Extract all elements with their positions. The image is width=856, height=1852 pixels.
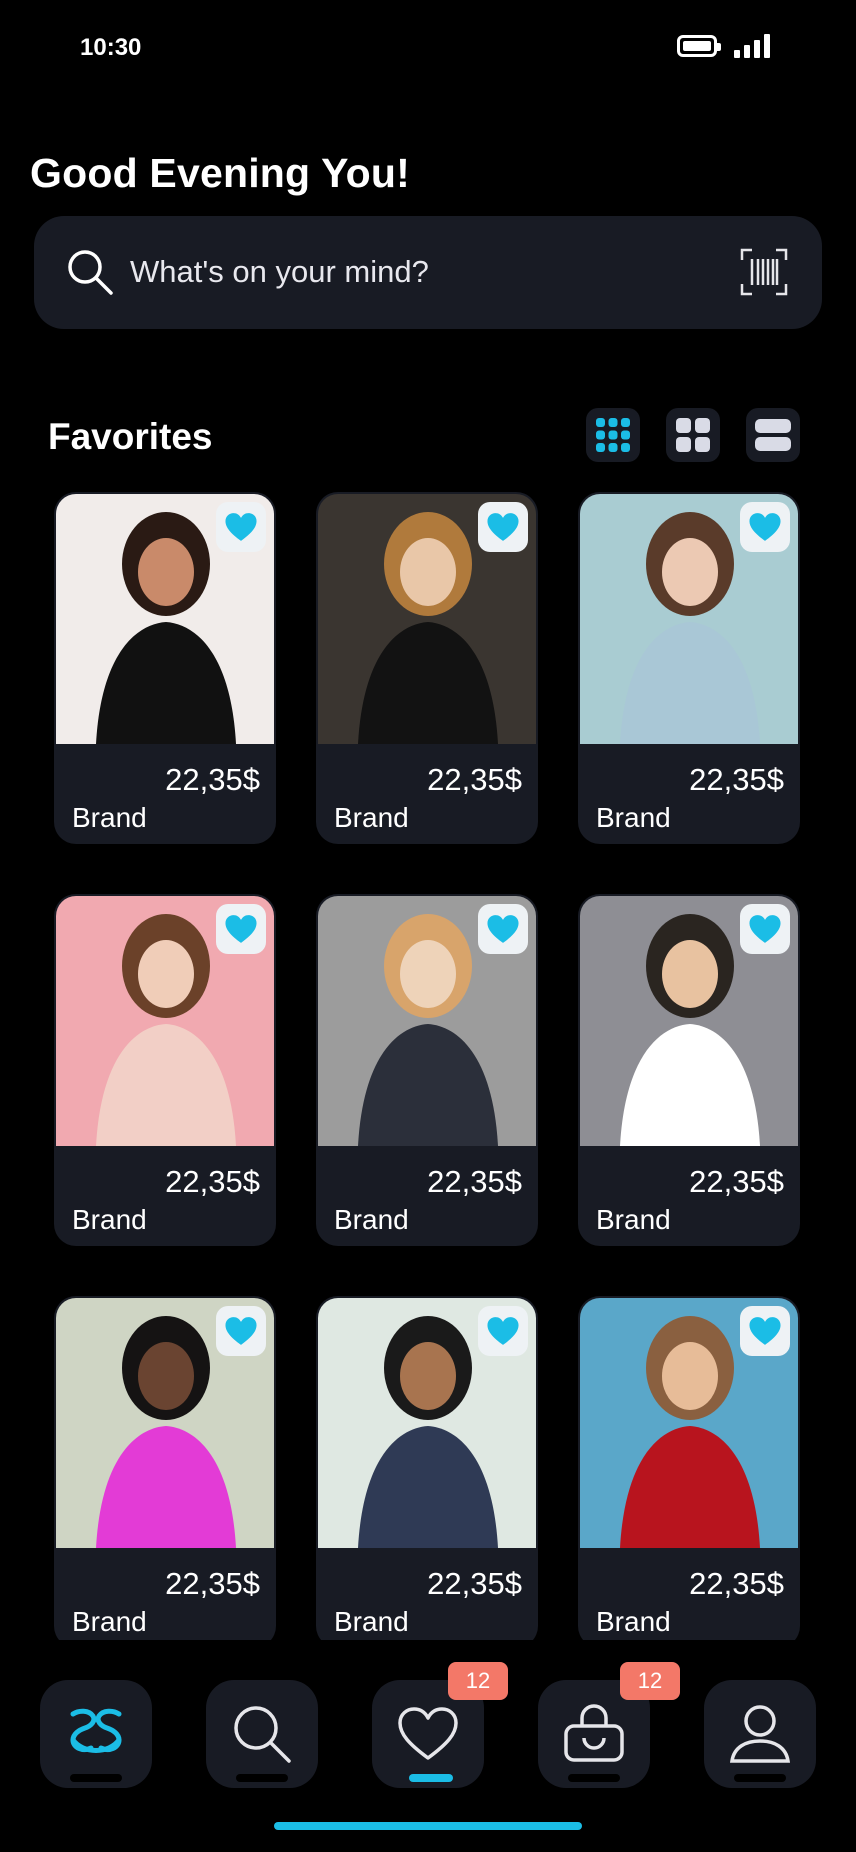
favorite-toggle-button[interactable] (740, 1306, 790, 1356)
product-price: 22,35$ (689, 1566, 784, 1601)
product-price: 22,35$ (427, 762, 522, 797)
cart-badge: 12 (620, 1662, 680, 1700)
product-card[interactable]: 22,35$ Brand (316, 894, 538, 1246)
status-time: 10:30 (80, 34, 142, 61)
page-title: Good Evening You! (30, 150, 410, 196)
product-brand: Brand (596, 1204, 671, 1235)
tab-search[interactable] (206, 1680, 318, 1788)
product-card[interactable]: 22,35$ Brand (54, 894, 276, 1246)
view-grid-2-button[interactable] (666, 408, 720, 462)
list-icon (755, 419, 791, 451)
heart-icon (398, 1707, 458, 1760)
barcode-scan-icon[interactable] (740, 248, 788, 301)
favorite-toggle-button[interactable] (216, 904, 266, 954)
view-grid-3-button[interactable] (586, 408, 640, 462)
favorite-toggle-button[interactable] (478, 1306, 528, 1356)
product-card[interactable]: 22,35$ Brand (54, 1296, 276, 1648)
home-indicator (274, 1822, 582, 1830)
heart-filled-icon (749, 1317, 781, 1345)
search-icon (66, 248, 114, 301)
heart-filled-icon (225, 1317, 257, 1345)
grid-2-icon (676, 418, 710, 452)
heart-filled-icon (749, 513, 781, 541)
heart-filled-icon (487, 1317, 519, 1345)
search-icon (234, 1706, 291, 1763)
product-card[interactable]: 22,35$ Brand (578, 492, 800, 844)
product-brand: Brand (596, 802, 671, 833)
favorite-toggle-button[interactable] (216, 502, 266, 552)
product-brand: Brand (72, 1606, 147, 1637)
product-price: 22,35$ (689, 762, 784, 797)
product-brand: Brand (596, 1606, 671, 1637)
view-list-button[interactable] (746, 408, 800, 462)
product-card[interactable]: 22,35$ Brand (316, 1296, 538, 1648)
product-brand: Brand (72, 1204, 147, 1235)
battery-icon (677, 35, 721, 57)
product-card[interactable]: 22,35$ Brand (54, 492, 276, 844)
product-brand: Brand (72, 802, 147, 833)
product-brand: Brand (334, 1606, 409, 1637)
favorite-toggle-button[interactable] (478, 904, 528, 954)
search-input[interactable]: What's on your mind? (130, 254, 429, 290)
shopping-bag-icon (564, 1704, 624, 1762)
section-title-favorites: Favorites (48, 416, 213, 457)
heart-filled-icon (225, 513, 257, 541)
product-price: 22,35$ (165, 762, 260, 797)
product-price: 22,35$ (689, 1164, 784, 1199)
product-card[interactable]: 22,35$ Brand (578, 894, 800, 1246)
product-price: 22,35$ (427, 1164, 522, 1199)
grid-3-icon (596, 418, 630, 452)
product-card[interactable]: 22,35$ Brand (316, 492, 538, 844)
heart-filled-icon (749, 915, 781, 943)
signal-icon (734, 34, 770, 58)
favorite-toggle-button[interactable] (478, 502, 528, 552)
heart-filled-icon (487, 513, 519, 541)
tab-home[interactable] (40, 1680, 152, 1788)
heart-filled-icon (487, 915, 519, 943)
product-card[interactable]: 22,35$ Brand (578, 1296, 800, 1648)
heart-filled-icon (225, 915, 257, 943)
product-price: 22,35$ (427, 1566, 522, 1601)
product-brand: Brand (334, 1204, 409, 1235)
tab-profile[interactable] (704, 1680, 816, 1788)
favorite-toggle-button[interactable] (740, 904, 790, 954)
favorite-toggle-button[interactable] (740, 502, 790, 552)
logo-icon (70, 1708, 122, 1753)
search-bar[interactable]: What's on your mind? (34, 216, 822, 329)
favorites-badge: 12 (448, 1662, 508, 1700)
product-price: 22,35$ (165, 1566, 260, 1601)
favorite-toggle-button[interactable] (216, 1306, 266, 1356)
profile-icon (729, 1705, 791, 1763)
product-brand: Brand (334, 802, 409, 833)
product-price: 22,35$ (165, 1164, 260, 1199)
